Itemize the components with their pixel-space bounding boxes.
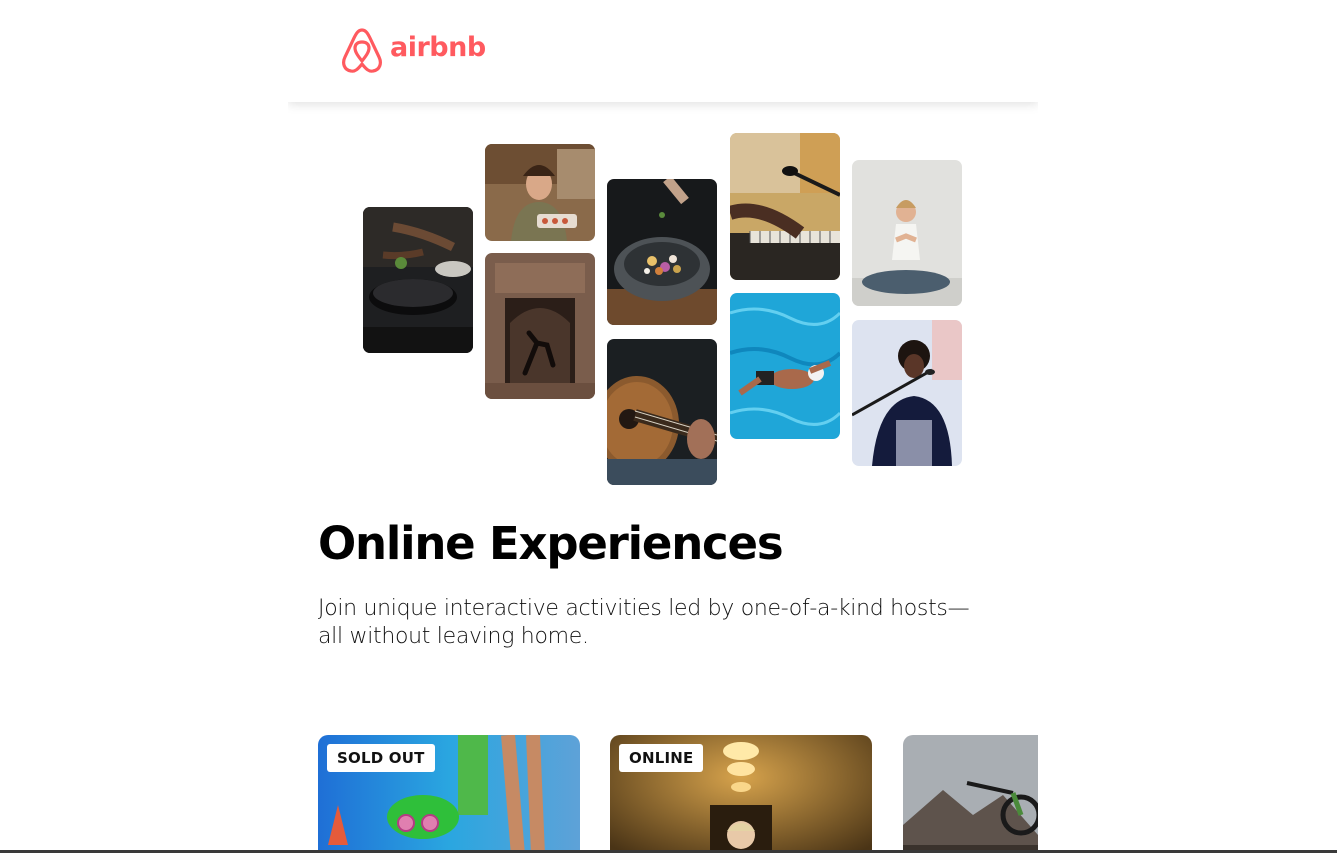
photo-swimmer: [730, 293, 840, 439]
photo-dancers-doorway: [485, 253, 595, 399]
photo-woman-kitchen: [485, 144, 595, 241]
experience-card[interactable]: SOLD OUT: [318, 735, 580, 853]
status-badge: SOLD OUT: [327, 744, 435, 772]
navbar: airbnb: [288, 0, 1038, 102]
photo-guitar: [607, 339, 717, 485]
photo-food-bowl: [607, 179, 717, 325]
photo-yoga: [852, 160, 962, 306]
brand-name: airbnb: [390, 32, 486, 63]
photo-keyboard-mic: [730, 133, 840, 280]
card-photo-mountain-bike: [903, 735, 1038, 853]
status-badge: ONLINE: [619, 744, 704, 772]
photo-singer: [852, 320, 962, 466]
hero-photo-grid: [288, 102, 1038, 502]
airbnb-belo-icon: [342, 28, 382, 73]
experience-cards: SOLD OUT ONLINE: [318, 735, 1038, 853]
experience-card[interactable]: ONLINE: [610, 735, 872, 853]
photo-cooking: [363, 207, 473, 353]
page-container: airbnb Online Experiences Join unique in…: [288, 0, 1038, 853]
airbnb-logo[interactable]: airbnb: [341, 27, 486, 74]
page-subtitle: Join unique interactive activities led b…: [318, 596, 970, 649]
page-title: Online Experiences: [318, 517, 784, 570]
experience-card[interactable]: [903, 735, 1038, 853]
